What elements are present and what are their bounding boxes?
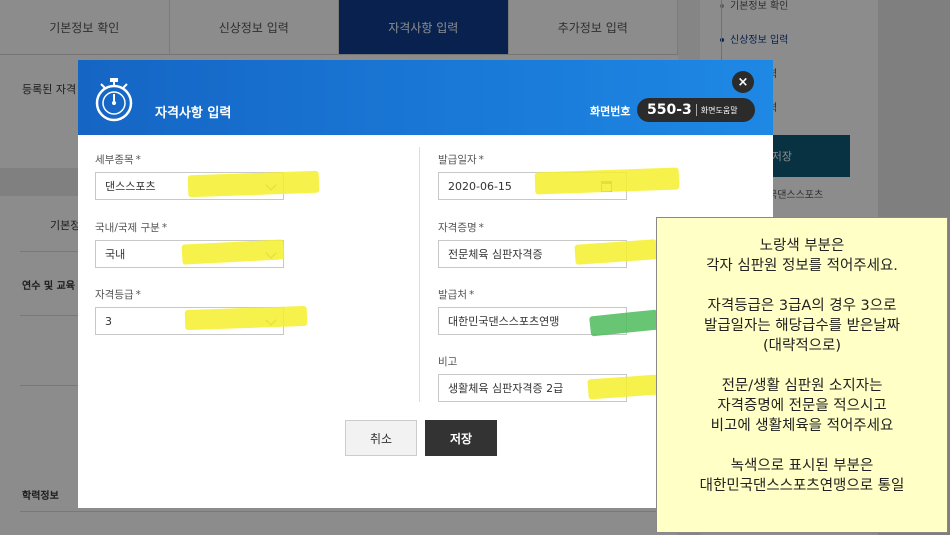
- required-mark: *: [468, 289, 475, 301]
- note-line: 각자 심판원 정보를 적어주세요.: [706, 258, 898, 274]
- note-line: 자격등급은 3급A의 경우 3으로: [707, 298, 897, 314]
- event-value: 댄스스포츠: [105, 180, 156, 193]
- column-divider: [419, 147, 420, 402]
- note-line: 비고에 생활체육을 적어주세요: [710, 418, 894, 434]
- grade-label: 자격등급 *: [95, 287, 141, 302]
- modal-header: 자격사항 입력 화면번호 550-3 화면도움말 ×: [78, 60, 773, 135]
- stopwatch-icon: [95, 78, 133, 122]
- note-line: 발급일자는 해당급수를 받은날짜: [704, 318, 900, 334]
- cancel-button[interactable]: 취소: [345, 420, 417, 456]
- issue-date-value: 2020-06-15: [448, 179, 512, 193]
- separator: [695, 104, 697, 116]
- remarks-value: 생활체육 심판자격증 2급: [448, 382, 564, 395]
- close-icon[interactable]: ×: [732, 71, 754, 93]
- note-line: 노랑색 부분은: [759, 238, 845, 254]
- instruction-note: 노랑색 부분은각자 심판원 정보를 적어주세요. 자격등급은 3급A의 경우 3…: [656, 217, 948, 533]
- grade-label-text: 자격등급: [95, 289, 134, 301]
- note-line: (대략적으로): [762, 338, 841, 354]
- highlight-mark: [187, 170, 320, 198]
- scope-label-text: 국내/국제 구분: [95, 222, 160, 234]
- required-mark: *: [478, 154, 484, 166]
- modal-title: 자격사항 입력: [155, 106, 232, 121]
- issue-date-label: 발급일자 *: [438, 152, 484, 167]
- issuer-value: 대한민국댄스스포츠연맹: [448, 315, 560, 328]
- required-mark: *: [478, 222, 484, 234]
- note-line: 자격증명에 전문을 적으시고: [717, 398, 887, 414]
- cert-name-label-text: 자격증명: [438, 222, 477, 234]
- note-line: 전문/생활 심판원 소지자는: [721, 378, 883, 394]
- save-button[interactable]: 저장: [425, 420, 497, 456]
- event-label-text: 세부종목: [95, 154, 134, 166]
- note-line: 녹색으로 표시된 부분은: [730, 458, 874, 474]
- required-mark: *: [135, 154, 141, 166]
- note-paragraph: 노랑색 부분은각자 심판원 정보를 적어주세요.: [657, 236, 947, 276]
- issuer-label-text: 발급처: [438, 289, 467, 301]
- required-mark: *: [161, 222, 168, 234]
- note-paragraph: 전문/생활 심판원 소지자는자격증명에 전문을 적으시고비고에 생활체육을 적어…: [657, 376, 947, 436]
- issue-date-label-text: 발급일자: [438, 154, 477, 166]
- scope-value: 국내: [105, 248, 126, 261]
- grade-value: 3: [105, 314, 112, 328]
- screen-help-badge[interactable]: 550-3 화면도움말: [637, 98, 755, 122]
- note-paragraph: 녹색으로 표시된 부분은대한민국댄스스포츠연맹으로 통일: [657, 456, 947, 496]
- scope-label: 국내/국제 구분 *: [95, 220, 167, 235]
- note-paragraph: 자격등급은 3급A의 경우 3으로발급일자는 해당급수를 받은날짜 (대략적으로): [657, 296, 947, 356]
- required-mark: *: [135, 289, 141, 301]
- help-label: 화면도움말: [700, 105, 738, 115]
- highlight-mark: [184, 305, 308, 331]
- cert-name-value: 전문체육 심판자격증: [448, 248, 543, 261]
- note-line: 대한민국댄스스포츠연맹으로 통일: [699, 478, 905, 494]
- event-label: 세부종목 *: [95, 152, 141, 167]
- remarks-label: 비고: [438, 356, 458, 368]
- screen-code: 550-3: [647, 102, 692, 118]
- cert-name-label: 자격증명 *: [438, 220, 484, 235]
- screen-number-label: 화면번호: [590, 105, 631, 118]
- issuer-label: 발급처 *: [438, 287, 474, 302]
